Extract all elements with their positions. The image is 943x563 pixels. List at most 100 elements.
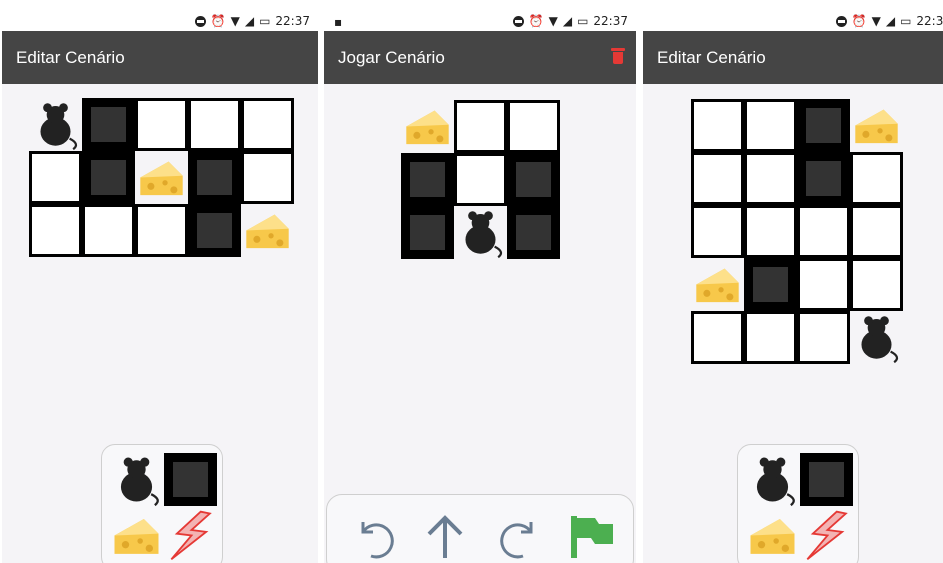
screen-jogar-cenario: ▪ ⏰ ▼ ◢ ▭ 22:37 Jogar Cenário — [324, 12, 636, 563]
mouse-icon — [465, 211, 503, 259]
rotate-left-icon — [361, 522, 394, 559]
play-controls — [326, 494, 634, 563]
grid-cell-empty[interactable] — [691, 311, 744, 364]
palette-wall[interactable] — [164, 453, 217, 506]
mouse-icon — [756, 457, 795, 507]
grid-cell-empty[interactable] — [135, 98, 188, 151]
grid-cell-wall[interactable] — [82, 98, 135, 151]
grid-cell-cheese[interactable] — [401, 100, 454, 153]
grid-cell-empty[interactable] — [691, 205, 744, 258]
grid-cell-mouse[interactable] — [454, 206, 507, 259]
arrow-up-icon — [427, 515, 463, 558]
signal-icon: ◢ — [562, 14, 573, 28]
grid-cell-empty[interactable] — [797, 311, 850, 364]
battery-icon: ▭ — [900, 14, 912, 28]
alarm-icon: ⏰ — [528, 14, 544, 28]
cheese-icon — [406, 110, 449, 145]
rotate-right-icon — [500, 522, 533, 559]
grid-cell-empty[interactable] — [29, 204, 82, 257]
grid-cell-empty[interactable] — [454, 100, 507, 153]
signal-icon: ◢ — [885, 14, 896, 28]
grid-cell-cheese[interactable] — [850, 99, 903, 152]
screen-editar-cenario-2: ⏰ ▼ ◢ ▭ 22:38 Editar Cenário — [643, 12, 943, 563]
cheese-icon — [114, 519, 159, 554]
app-bar: Jogar Cenário — [324, 31, 636, 84]
image-notification-icon: ▪ — [334, 15, 343, 29]
grid-cell-cheese[interactable] — [241, 204, 294, 257]
dnd-icon — [835, 15, 847, 27]
zap-icon — [806, 510, 848, 561]
grid-cell-empty[interactable] — [744, 99, 797, 152]
grid-cell-empty[interactable] — [850, 152, 903, 205]
grid-cell-wall[interactable] — [797, 152, 850, 205]
mouse-icon — [120, 457, 159, 507]
scenario-grid — [401, 100, 560, 259]
grid-cell-mouse[interactable] — [29, 98, 82, 151]
dnd-icon — [194, 15, 206, 27]
grid-cell-empty[interactable] — [241, 98, 294, 151]
grid-cell-empty[interactable] — [850, 205, 903, 258]
palette-mouse[interactable] — [109, 452, 164, 507]
grid-cell-empty[interactable] — [82, 204, 135, 257]
rotate-right-button[interactable] — [493, 510, 545, 562]
grid-cell-empty[interactable] — [744, 152, 797, 205]
status-bar: ⏰ ▼ ◢ ▭ 22:37 — [2, 12, 318, 31]
grid-cell-empty[interactable] — [188, 98, 241, 151]
status-bar: ⏰ ▼ ◢ ▭ 22:38 — [643, 12, 943, 31]
signal-icon: ◢ — [244, 14, 255, 28]
run-flag-button[interactable] — [565, 510, 617, 562]
grid-cell-empty[interactable] — [691, 152, 744, 205]
battery-icon: ▭ — [259, 14, 271, 28]
grid-cell-cheese[interactable] — [135, 151, 188, 204]
status-time: 22:38 — [916, 14, 943, 28]
screen-editar-cenario-1: ⏰ ▼ ◢ ▭ 22:37 Editar Cenário — [2, 12, 318, 563]
grid-cell-empty[interactable] — [744, 311, 797, 364]
trash-icon[interactable] — [611, 48, 625, 64]
grid-cell-cheese[interactable] — [691, 258, 744, 311]
grid-cell-empty[interactable] — [454, 153, 507, 206]
grid-cell-empty[interactable] — [507, 100, 560, 153]
grid-cell-mouse[interactable] — [850, 311, 903, 364]
move-forward-button[interactable] — [419, 510, 471, 562]
mouse-icon — [861, 316, 899, 364]
grid-cell-empty[interactable] — [691, 99, 744, 152]
palette-cheese[interactable] — [109, 508, 164, 563]
cheese-icon — [696, 268, 739, 303]
status-time: 22:37 — [275, 14, 310, 28]
tile-palette — [101, 444, 223, 563]
grid-cell-wall[interactable] — [744, 258, 797, 311]
grid-cell-empty[interactable] — [850, 258, 903, 311]
grid-cell-empty[interactable] — [241, 151, 294, 204]
grid-cell-wall[interactable] — [188, 204, 241, 257]
palette-zap[interactable] — [800, 508, 855, 563]
grid-cell-wall[interactable] — [797, 99, 850, 152]
status-bar: ▪ ⏰ ▼ ◢ ▭ 22:37 — [324, 12, 636, 31]
palette-zap[interactable] — [164, 508, 219, 563]
status-time: 22:37 — [593, 14, 628, 28]
palette-cheese[interactable] — [745, 508, 800, 563]
tile-palette — [737, 444, 859, 563]
grid-cell-empty[interactable] — [135, 204, 188, 257]
grid-cell-empty[interactable] — [744, 205, 797, 258]
palette-mouse[interactable] — [745, 452, 800, 507]
grid-cell-empty[interactable] — [29, 151, 82, 204]
app-bar: Editar Cenário — [2, 31, 318, 84]
grid-cell-wall[interactable] — [507, 206, 560, 259]
grid-cell-wall[interactable] — [82, 151, 135, 204]
grid-cell-empty[interactable] — [797, 205, 850, 258]
palette-wall[interactable] — [800, 453, 853, 506]
battery-icon: ▭ — [577, 14, 589, 28]
grid-cell-empty[interactable] — [797, 258, 850, 311]
rotate-left-button[interactable] — [349, 510, 401, 562]
zap-icon — [170, 510, 212, 561]
scenario-grid — [29, 98, 294, 257]
grid-cell-wall[interactable] — [401, 153, 454, 206]
wifi-icon: ▼ — [230, 14, 240, 28]
grid-cell-wall[interactable] — [188, 151, 241, 204]
page-title: Jogar Cenário — [338, 48, 445, 67]
grid-cell-wall[interactable] — [507, 153, 560, 206]
wifi-icon: ▼ — [548, 14, 558, 28]
page-title: Editar Cenário — [657, 48, 766, 67]
grid-cell-wall[interactable] — [401, 206, 454, 259]
cheese-icon — [855, 109, 898, 144]
